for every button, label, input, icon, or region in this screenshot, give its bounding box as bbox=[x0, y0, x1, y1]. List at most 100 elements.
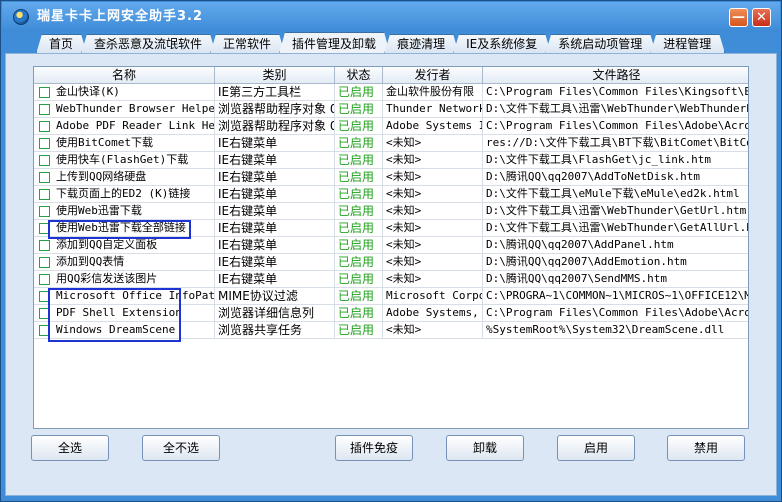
uninstall-button[interactable]: 卸载 bbox=[446, 435, 524, 461]
column-header-name[interactable]: 名称 bbox=[34, 67, 215, 84]
cell-path: D:\文件下载工具\迅雷\WebThunder\GetAllUrl.h bbox=[486, 221, 749, 234]
tab-3[interactable]: 插件管理及卸载 bbox=[279, 32, 390, 54]
cell-status: 已启用 bbox=[335, 118, 383, 135]
cell-status: 已启用 bbox=[335, 186, 383, 203]
cell-publisher: <未知> bbox=[383, 169, 483, 186]
column-header-status[interactable]: 状态 bbox=[335, 67, 383, 84]
enable-button[interactable]: 启用 bbox=[557, 435, 635, 461]
cell-type: IE右键菜单 bbox=[215, 203, 335, 220]
table-row[interactable]: 使用快车(FlashGet)下载 IE右键菜单 已启用 <未知> D:\文件下载工具\F… bbox=[34, 152, 748, 169]
close-button[interactable]: ✕ bbox=[752, 8, 771, 27]
table-row[interactable]: 下载页面上的ED2 (K)链接 IE右键菜单 已启用 <未知> D:\文件下载工具\eM… bbox=[34, 186, 748, 203]
tab-5[interactable]: IE及系统修复 bbox=[453, 34, 551, 54]
column-header-path[interactable]: 文件路径 bbox=[483, 67, 748, 84]
cell-publisher: Thunder Networki bbox=[383, 101, 483, 118]
cell-path: %SystemRoot%\System32\DreamScene.dll bbox=[486, 323, 725, 336]
window-title: 瑞星卡卡上网安全助手3.2 bbox=[37, 9, 204, 24]
cell-path: C:\Program Files\Common Files\Kingsoft\E… bbox=[486, 85, 749, 98]
annotation-highlight-box bbox=[48, 220, 191, 239]
table-row[interactable]: 添加到QQ自定义面板 IE右键菜单 已启用 <未知> D:\腾讯QQ\qq2007\Ad… bbox=[34, 237, 748, 254]
cell-path: C:\Program Files\Common Files\Adobe\Acro… bbox=[486, 306, 749, 319]
cell-name: 添加到QQ表情 bbox=[34, 254, 215, 271]
cell-name: Adobe PDF Reader Link Help bbox=[34, 118, 215, 135]
cell-publisher: 金山软件股份有限 bbox=[383, 84, 483, 101]
cell-type: IE右键菜单 bbox=[215, 169, 335, 186]
cell-status: 已启用 bbox=[335, 84, 383, 101]
cell-path: C:\Program Files\Common Files\Adobe\Acro… bbox=[486, 119, 749, 132]
cell-publisher: <未知> bbox=[383, 186, 483, 203]
cell-name: WebThunder Browser Helper bbox=[34, 101, 215, 118]
cell-name: 用QQ彩信发送该图片 bbox=[34, 271, 215, 288]
tab-bar: 首页 查杀恶意及流氓软件 正常软件 插件管理及卸载 痕迹清理 IE及系统修复 系统启动项管理… bbox=[2, 32, 780, 54]
tab-2[interactable]: 正常软件 bbox=[210, 34, 285, 54]
tab-4[interactable]: 痕迹清理 bbox=[384, 34, 459, 54]
cell-path: D:\文件下载工具\FlashGet\jc_link.htm bbox=[486, 153, 711, 166]
tab-6[interactable]: 系统启动项管理 bbox=[545, 34, 656, 54]
table-row[interactable]: 用QQ彩信发送该图片 IE右键菜单 已启用 <未知> D:\腾讯QQ\qq2007\Se… bbox=[34, 271, 748, 288]
column-header-type[interactable]: 类别 bbox=[215, 67, 335, 84]
table-row[interactable]: 上传到QQ网络硬盘 IE右键菜单 已启用 <未知> D:\腾讯QQ\qq2007\Add… bbox=[34, 169, 748, 186]
cell-type: 浏览器详细信息列 bbox=[215, 305, 335, 322]
table-row[interactable]: 添加到QQ表情 IE右键菜单 已启用 <未知> D:\腾讯QQ\qq2007\AddEm… bbox=[34, 254, 748, 271]
cell-status: 已启用 bbox=[335, 152, 383, 169]
table-row[interactable]: Adobe PDF Reader Link Help 浏览器帮助程序对象 0 已启用… bbox=[34, 118, 749, 135]
cell-path: D:\腾讯QQ\qq2007\AddEmotion.htm bbox=[486, 255, 687, 268]
cell-status: 已启用 bbox=[335, 135, 383, 152]
cell-name: 添加到QQ自定义面板 bbox=[34, 237, 215, 254]
cell-publisher: <未知> bbox=[383, 135, 483, 152]
select-all-button[interactable]: 全选 bbox=[31, 435, 109, 461]
cell-publisher: <未知> bbox=[383, 254, 483, 271]
cell-status: 已启用 bbox=[335, 220, 383, 237]
cell-publisher: <未知> bbox=[383, 322, 483, 339]
cell-status: 已启用 bbox=[335, 322, 383, 339]
cell-type: IE右键菜单 bbox=[215, 186, 335, 203]
cell-path: D:\腾讯QQ\qq2007\AddPanel.htm bbox=[486, 238, 674, 251]
rising-kaka-logo-icon bbox=[13, 9, 29, 25]
plugin-immunize-button[interactable]: 插件免疫 bbox=[335, 435, 413, 461]
cell-name: 下载页面上的ED2 (K)链接 bbox=[34, 186, 215, 203]
cell-name: 上传到QQ网络硬盘 bbox=[34, 169, 215, 186]
cell-publisher: Adobe Systems In bbox=[383, 118, 483, 135]
cell-path: D:\文件下载工具\迅雷\WebThunder\GetUrl.htm bbox=[486, 204, 747, 217]
cell-path: D:\腾讯QQ\qq2007\AddToNetDisk.htm bbox=[486, 170, 701, 183]
cell-type: IE右键菜单 bbox=[215, 135, 335, 152]
select-none-button[interactable]: 全不选 bbox=[142, 435, 220, 461]
cell-name: 使用Web迅雷下载 bbox=[34, 203, 215, 220]
cell-status: 已启用 bbox=[335, 305, 383, 322]
cell-path: D:\腾讯QQ\qq2007\SendMMS.htm bbox=[486, 272, 667, 285]
cell-type: IE右键菜单 bbox=[215, 237, 335, 254]
cell-path: res://D:\文件下载工具\BT下载\BitComet\BitCo bbox=[486, 136, 749, 149]
annotation-highlight-box bbox=[48, 288, 181, 342]
table-header: 名称 类别 状态 发行者 文件路径 bbox=[34, 67, 748, 84]
tab-7[interactable]: 进程管理 bbox=[650, 34, 725, 54]
cell-publisher: <未知> bbox=[383, 237, 483, 254]
cell-path: C:\PROGRA~1\COMMON~1\MICROS~1\OFFICE12\M… bbox=[486, 289, 749, 302]
cell-name: 金山快译(K) bbox=[34, 84, 215, 101]
cell-status: 已启用 bbox=[335, 254, 383, 271]
cell-type: MIME协议过滤 bbox=[215, 288, 335, 305]
plugin-table: 名称 类别 状态 发行者 文件路径 金山快译(K) IE第三方工具栏 已启用 金山软件… bbox=[33, 66, 749, 429]
disable-button[interactable]: 禁用 bbox=[667, 435, 745, 461]
cell-publisher: <未知> bbox=[383, 271, 483, 288]
table-row[interactable]: 使用Web迅雷下载 IE右键菜单 已启用 <未知> D:\文件下载工具\迅雷\WebTh… bbox=[34, 203, 748, 220]
cell-publisher: Adobe Systems, I bbox=[383, 305, 483, 322]
cell-publisher: <未知> bbox=[383, 203, 483, 220]
title-bar[interactable]: 瑞星卡卡上网安全助手3.2 — ✕ bbox=[2, 2, 780, 32]
minimize-button[interactable]: — bbox=[729, 8, 748, 27]
cell-name: 使用快车(FlashGet)下载 bbox=[34, 152, 215, 169]
cell-status: 已启用 bbox=[335, 237, 383, 254]
cell-status: 已启用 bbox=[335, 101, 383, 118]
cell-type: IE右键菜单 bbox=[215, 152, 335, 169]
tab-1[interactable]: 查杀恶意及流氓软件 bbox=[81, 34, 216, 54]
cell-publisher: <未知> bbox=[383, 152, 483, 169]
table-row[interactable]: 使用BitComet下载 IE右键菜单 已启用 <未知> res://D:\文件下载工具… bbox=[34, 135, 749, 152]
cell-type: 浏览器帮助程序对象 0 bbox=[215, 118, 335, 135]
table-row[interactable]: WebThunder Browser Helper 浏览器帮助程序对象 0 已启用 T… bbox=[34, 101, 748, 118]
cell-status: 已启用 bbox=[335, 169, 383, 186]
tab-0[interactable]: 首页 bbox=[36, 34, 87, 54]
cell-type: IE右键菜单 bbox=[215, 271, 335, 288]
column-header-publisher[interactable]: 发行者 bbox=[383, 67, 483, 84]
table-row[interactable]: 金山快译(K) IE第三方工具栏 已启用 金山软件股份有限 C:\Program Fil… bbox=[34, 84, 749, 101]
cell-publisher: <未知> bbox=[383, 220, 483, 237]
cell-type: IE右键菜单 bbox=[215, 220, 335, 237]
